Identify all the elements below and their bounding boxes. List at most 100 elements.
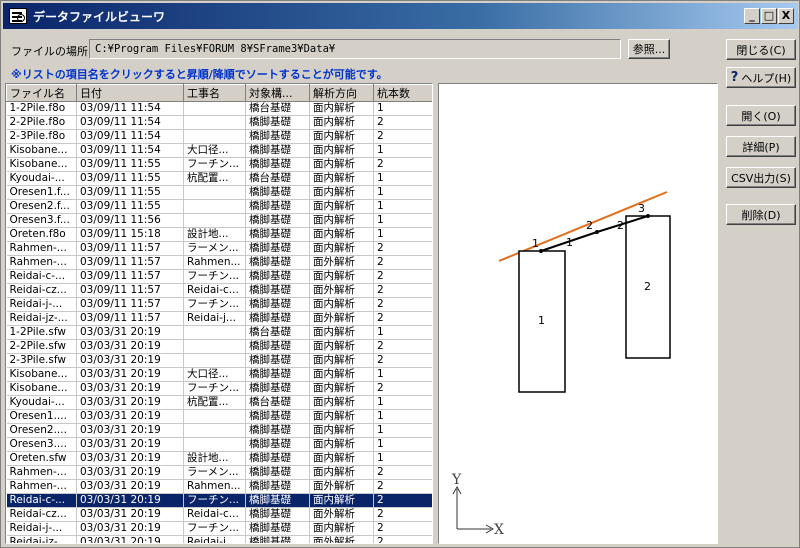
table-row[interactable]: Reidai-j-... 03/09/11 11:57 フーチン... 橋脚基礎 面内解… <box>6 297 432 312</box>
table-cell: Rahmen-... <box>6 255 77 270</box>
column-header[interactable]: 工事名 <box>183 84 246 102</box>
detail-button[interactable]: 詳細(P) <box>726 136 796 157</box>
column-header[interactable]: 杭本数 <box>373 84 432 102</box>
table-row[interactable]: 2-2Pile.f8o 03/09/11 11:54 橋脚基礎 面内解析 2 <box>6 115 432 130</box>
table-cell: 03/03/31 20:19 <box>76 451 184 466</box>
table-cell: Oreten.f8o <box>6 227 77 242</box>
table-row[interactable]: Kisobane... 03/09/11 11:54 大口径... 橋脚基礎 面内解析 1 <box>6 143 432 158</box>
table-cell: 2 <box>373 465 432 480</box>
list-header-row: ファイル名 日付 工事名 対象構... 解析方向 杭本数 <box>6 84 432 102</box>
table-row[interactable]: Rahmen-... 03/03/31 20:19 ラーメン... 橋脚基礎 面内解析 2 <box>6 465 432 480</box>
column-header[interactable]: 解析方向 <box>309 84 374 102</box>
structure-drawing: 1 2 1 2 3 1 2 Y X <box>451 191 671 538</box>
table-row[interactable]: Rahmen-... 03/03/31 20:19 Rahmen... 橋脚基礎 面外解… <box>6 479 432 494</box>
column-header[interactable]: ファイル名 <box>6 84 77 102</box>
table-cell: 03/09/11 11:57 <box>76 311 184 326</box>
table-cell: 2 <box>373 241 432 256</box>
table-cell: 大口径... <box>183 143 246 158</box>
table-cell: 2 <box>373 521 432 536</box>
table-cell: 面内解析 <box>309 367 374 382</box>
table-cell: 1 <box>373 437 432 452</box>
table-row[interactable]: Oresen3.... 03/03/31 20:19 橋脚基礎 面内解析 1 <box>6 437 432 452</box>
table-cell: 面内解析 <box>309 381 374 396</box>
table-row[interactable]: Oresen3.f... 03/09/11 11:56 橋脚基礎 面内解析 1 <box>6 213 432 228</box>
table-row[interactable]: 1-2Pile.sfw 03/03/31 20:19 橋台基礎 面内解析 1 <box>6 325 432 340</box>
file-location-field[interactable]: C:¥Program Files¥FORUM 8¥SFrame3¥Data¥ <box>89 39 621 59</box>
table-cell: 03/03/31 20:19 <box>76 367 184 382</box>
table-cell: 03/03/31 20:19 <box>76 437 184 452</box>
table-row[interactable]: Oreten.sfw 03/03/31 20:19 設計地... 橋脚基礎 面内解析 1 <box>6 451 432 466</box>
table-row[interactable]: Kyoudai-... 03/03/31 20:19 杭配置... 橋台基礎 面内解析 1 <box>6 395 432 410</box>
table-cell: 面内解析 <box>309 395 374 410</box>
table-cell: 面内解析 <box>309 269 374 284</box>
table-cell: 03/09/11 11:55 <box>76 171 184 186</box>
minimize-button[interactable]: _ <box>744 8 760 24</box>
table-row[interactable]: Reidai-jz-... 03/09/11 11:57 Reidai-j... 橋脚… <box>6 311 432 326</box>
table-cell: 2 <box>373 339 432 354</box>
table-cell: 面内解析 <box>309 297 374 312</box>
maximize-button[interactable]: □ <box>761 8 777 24</box>
open-button[interactable]: 開く(O) <box>726 105 796 126</box>
table-row[interactable]: Reidai-c-... 03/03/31 20:19 フーチン... 橋脚基礎 面内解… <box>6 493 432 508</box>
node-3 <box>646 214 650 218</box>
table-cell: 03/03/31 20:19 <box>76 507 184 522</box>
table-cell: 橋脚基礎 <box>245 199 310 214</box>
table-cell: Reidai-cz... <box>6 283 77 298</box>
table-cell: 橋脚基礎 <box>245 283 310 298</box>
table-cell: Kyoudai-... <box>6 395 77 410</box>
delete-button[interactable]: 削除(D) <box>726 204 796 225</box>
table-row[interactable]: Kyoudai-... 03/09/11 11:55 杭配置... 橋台基礎 面内解析 1 <box>6 171 432 186</box>
close-button[interactable]: 閉じる(C) <box>726 39 796 60</box>
csv-export-button[interactable]: CSV出力(S) <box>726 167 796 188</box>
table-row[interactable]: Oreten.f8o 03/09/11 15:18 設計地... 橋脚基礎 面内解析 1 <box>6 227 432 242</box>
table-row[interactable]: Oresen2.f... 03/09/11 11:55 橋脚基礎 面内解析 1 <box>6 199 432 214</box>
table-cell: 2 <box>373 479 432 494</box>
structure-preview-pane: 1 2 1 2 3 1 2 Y X <box>438 83 718 544</box>
table-cell: 橋脚基礎 <box>245 115 310 130</box>
table-row[interactable]: 1-2Pile.f8o 03/09/11 11:54 橋台基礎 面内解析 1 <box>6 101 432 116</box>
table-row[interactable]: Kisobane... 03/03/31 20:19 フーチン... 橋脚基礎 面内解析… <box>6 381 432 396</box>
table-row[interactable]: Oresen1.f... 03/09/11 11:55 橋脚基礎 面内解析 1 <box>6 185 432 200</box>
table-row[interactable]: Oresen1.... 03/03/31 20:19 橋脚基礎 面内解析 1 <box>6 409 432 424</box>
table-cell: 2-3Pile.sfw <box>6 353 77 368</box>
table-row[interactable]: Rahmen-... 03/09/11 11:57 Rahmen... 橋脚基礎 面外解… <box>6 255 432 270</box>
table-cell: 橋脚基礎 <box>245 409 310 424</box>
table-row[interactable]: Reidai-cz... 03/09/11 11:57 Reidai-c... 橋脚基… <box>6 283 432 298</box>
table-row[interactable]: Reidai-jz-... 03/03/31 20:19 Reidai-j... 橋脚… <box>6 535 432 543</box>
table-cell: 03/03/31 20:19 <box>76 535 184 543</box>
table-cell: フーチン... <box>183 493 246 508</box>
table-row[interactable]: Reidai-cz... 03/03/31 20:19 Reidai-c... 橋脚基… <box>6 507 432 522</box>
table-row[interactable]: Kisobane... 03/03/31 20:19 大口径... 橋脚基礎 面内解析 1 <box>6 367 432 382</box>
table-cell: 面内解析 <box>309 171 374 186</box>
table-row[interactable]: 2-3Pile.f8o 03/09/11 11:54 橋脚基礎 面内解析 2 <box>6 129 432 144</box>
member-label-2: 2 <box>617 219 624 232</box>
table-cell: 1 <box>373 409 432 424</box>
table-cell: 橋脚基礎 <box>245 241 310 256</box>
table-row[interactable]: Rahmen-... 03/09/11 11:57 ラーメン... 橋脚基礎 面内解析 2 <box>6 241 432 256</box>
table-cell: 面外解析 <box>309 479 374 494</box>
table-row[interactable]: Reidai-j-... 03/03/31 20:19 フーチン... 橋脚基礎 面内解… <box>6 521 432 536</box>
table-row[interactable]: 2-3Pile.sfw 03/03/31 20:19 橋脚基礎 面内解析 2 <box>6 353 432 368</box>
table-row[interactable]: 2-2Pile.sfw 03/03/31 20:19 橋脚基礎 面内解析 2 <box>6 339 432 354</box>
table-cell: 2 <box>373 269 432 284</box>
table-cell: 橋脚基礎 <box>245 535 310 543</box>
table-cell: 面内解析 <box>309 521 374 536</box>
table-cell: Reidai-j-... <box>6 521 77 536</box>
table-row[interactable]: Reidai-c-... 03/09/11 11:57 フーチン... 橋脚基礎 面内解… <box>6 269 432 284</box>
close-window-button[interactable]: X <box>778 8 794 24</box>
table-cell: Oresen2.... <box>6 423 77 438</box>
column-header[interactable]: 日付 <box>76 84 184 102</box>
help-button[interactable]: ? ヘルプ(H) <box>726 67 796 88</box>
table-row[interactable]: Kisobane... 03/09/11 11:55 フーチン... 橋脚基礎 面内解析… <box>6 157 432 172</box>
browse-button[interactable]: 参照... <box>628 39 670 59</box>
table-cell: 03/09/11 15:18 <box>76 227 184 242</box>
file-list[interactable]: ファイル名 日付 工事名 対象構... 解析方向 杭本数 1-2Pile.f8o 03/09… <box>5 83 433 544</box>
table-cell: フーチン... <box>183 381 246 396</box>
table-cell <box>183 213 246 228</box>
column-header[interactable]: 対象構... <box>245 84 310 102</box>
title-bar[interactable]: データファイルビューワ _ □ X <box>3 3 798 29</box>
table-cell: 1 <box>373 227 432 242</box>
table-cell: 面内解析 <box>309 143 374 158</box>
table-row[interactable]: Oresen2.... 03/03/31 20:19 橋脚基礎 面内解析 1 <box>6 423 432 438</box>
x-axis-label: X <box>494 522 504 538</box>
